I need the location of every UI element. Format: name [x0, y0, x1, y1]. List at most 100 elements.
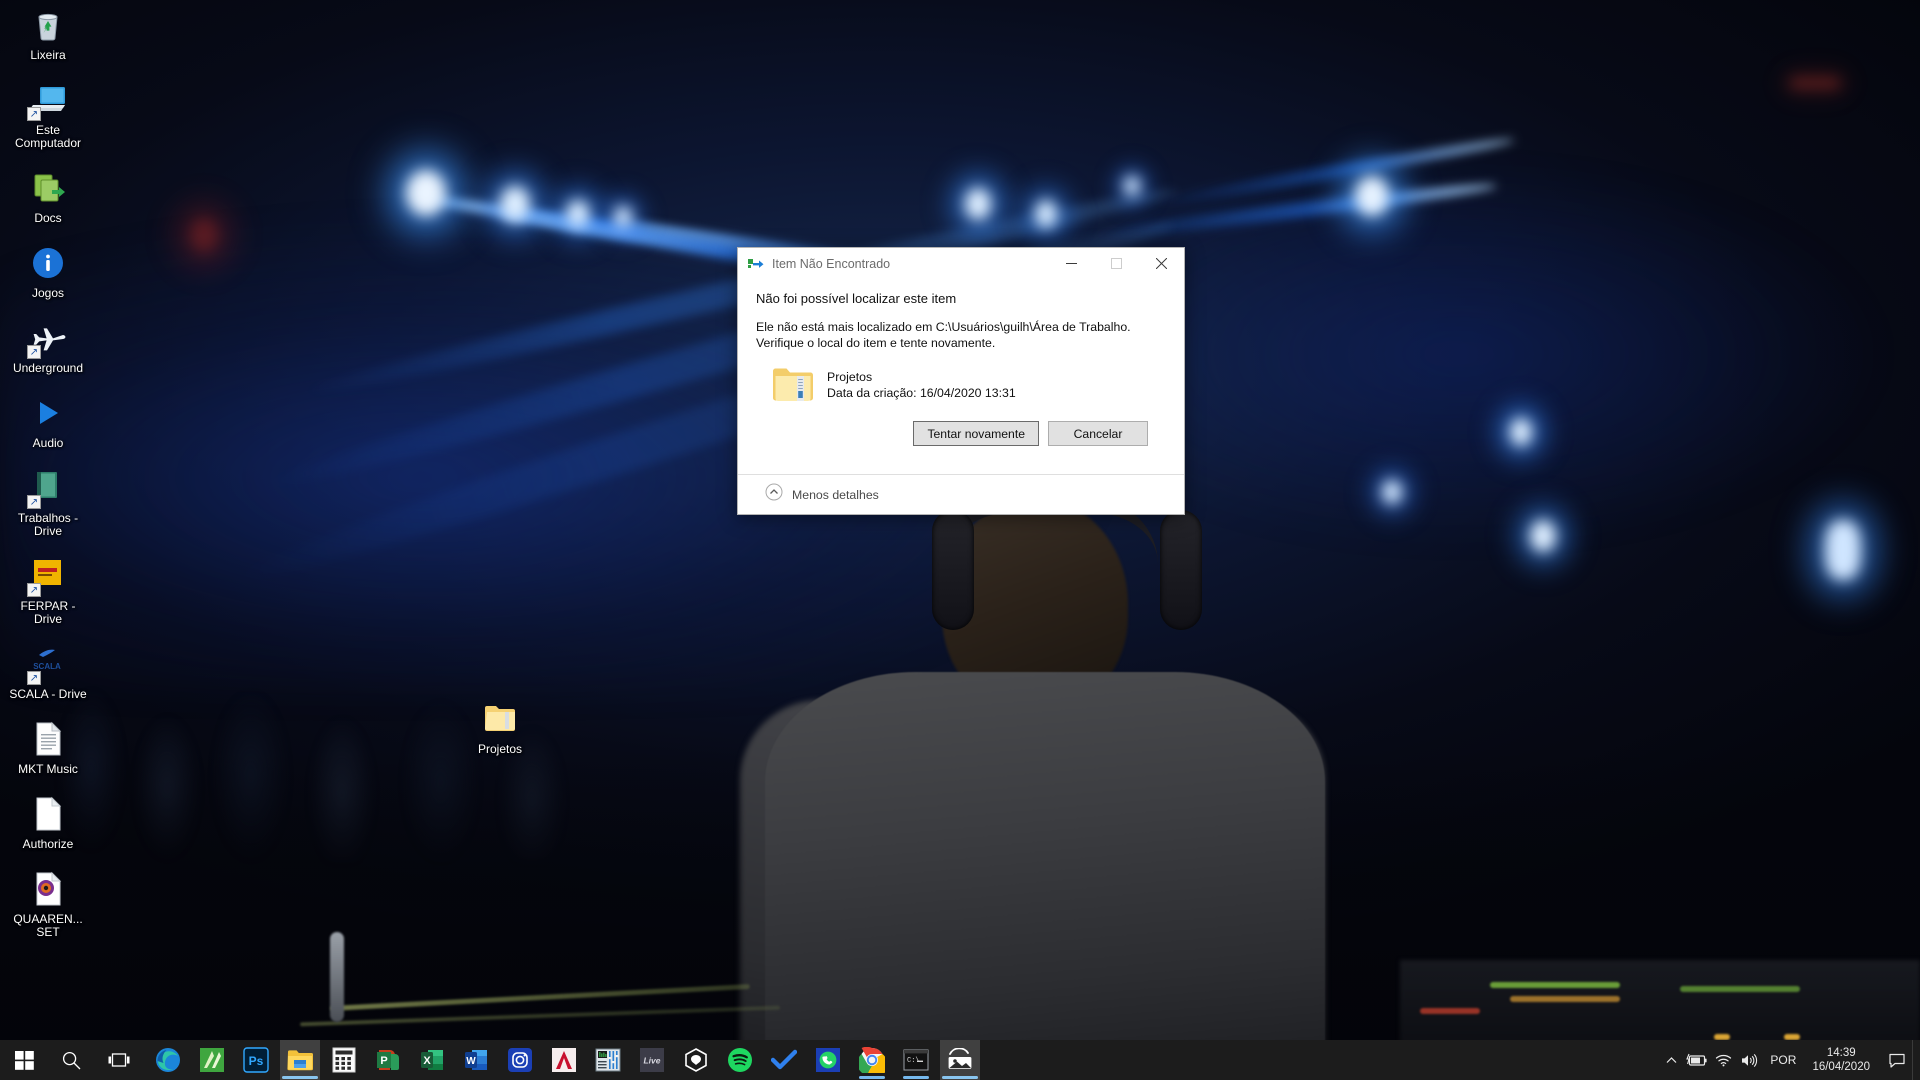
- green-book-icon: ↗: [27, 467, 69, 509]
- recycle-bin-icon: [27, 4, 69, 46]
- taskbar-app-command-prompt[interactable]: C:\: [896, 1040, 936, 1080]
- info-circle-icon: [27, 242, 69, 284]
- taskbar-app-autocad[interactable]: [544, 1040, 584, 1080]
- headphones-right-cup: [1160, 510, 1202, 630]
- desktop-icon-lixeira[interactable]: Lixeira: [4, 4, 92, 62]
- taskbar-app-file-explorer[interactable]: [280, 1040, 320, 1080]
- desktop-icon-label: Jogos: [31, 286, 65, 300]
- minimize-icon[interactable]: [1049, 249, 1094, 279]
- details-toggle-label: Menos detalhes: [792, 487, 879, 502]
- taskbar-app-ableton-live[interactable]: Live: [632, 1040, 672, 1080]
- documents-folder-icon: [27, 167, 69, 209]
- svg-text:Ps: Ps: [249, 1054, 264, 1068]
- retry-button[interactable]: Tentar novamente: [913, 421, 1039, 446]
- desktop-icon-este-computador[interactable]: ↗ Este Computador: [4, 79, 92, 150]
- stage-light: [566, 200, 590, 228]
- close-icon[interactable]: [1139, 249, 1184, 279]
- taskbar-app-todoist[interactable]: [764, 1040, 804, 1080]
- desktop-icon-label: Audio: [32, 436, 64, 450]
- taskbar-app-photos[interactable]: [940, 1040, 980, 1080]
- taskbar-app-word[interactable]: W: [456, 1040, 496, 1080]
- wifi-icon[interactable]: [1710, 1040, 1736, 1080]
- cancel-button[interactable]: Cancelar: [1048, 421, 1148, 446]
- scala-logo-icon: SCALA ↗: [27, 643, 69, 685]
- desktop-icon-label: FERPAR - Drive: [20, 599, 76, 626]
- desktop-icon-grid: Lixeira ↗ Este Computador Docs Jogos ↗ U…: [0, 4, 96, 956]
- console-led: [1420, 1008, 1480, 1014]
- taskbar-app-audio-mixer[interactable]: [588, 1040, 628, 1080]
- taskbar-app-calculator[interactable]: [324, 1040, 364, 1080]
- dialog-item-created-date: Data da criação: 16/04/2020 13:31: [827, 386, 1016, 400]
- dialog-item-info: Projetos Data da criação: 16/04/2020 13:…: [827, 370, 1016, 400]
- play-triangle-icon: [27, 392, 69, 434]
- dialog-titlebar[interactable]: Item Não Encontrado: [738, 248, 1184, 279]
- desktop-icon-scala-drive[interactable]: SCALA ↗ SCALA - Drive: [4, 643, 92, 701]
- search-icon[interactable]: [48, 1040, 95, 1080]
- desktop-icon-label: QUAAREN... SET: [13, 912, 83, 939]
- chevron-up-circle-icon: [765, 483, 783, 506]
- task-view-icon[interactable]: [95, 1040, 142, 1080]
- maximize-icon[interactable]: [1094, 249, 1139, 279]
- stage-light: [190, 218, 218, 252]
- taskbar-app-photoshop[interactable]: Ps: [236, 1040, 276, 1080]
- taskbar-app-sketchup[interactable]: [676, 1040, 716, 1080]
- stage-light: [1355, 176, 1389, 216]
- this-pc-icon: ↗: [27, 79, 69, 121]
- desktop-icon-docs[interactable]: Docs: [4, 167, 92, 225]
- desktop-icon-audio[interactable]: Audio: [4, 392, 92, 450]
- taskbar-app-list: Ps P X W Live C:\: [142, 1040, 982, 1080]
- shortcut-arrow-badge: ↗: [27, 583, 41, 597]
- desktop-icon-quaaren-set[interactable]: QUAAREN... SET: [4, 868, 92, 939]
- clock-time: 14:39: [1826, 1047, 1856, 1059]
- taskbar-app-whatsapp[interactable]: [808, 1040, 848, 1080]
- desktop-icon-label: Projetos: [477, 742, 523, 756]
- dj-silhouette-body: [765, 672, 1325, 1072]
- item-not-found-dialog[interactable]: Item Não Encontrado Não foi possível loc…: [737, 247, 1185, 515]
- details-toggle-button[interactable]: Menos detalhes: [765, 483, 879, 506]
- stage-light: [614, 206, 632, 228]
- stage-light: [1510, 418, 1532, 446]
- dialog-footer: Menos detalhes: [738, 474, 1184, 514]
- folder-icon: [771, 365, 813, 405]
- desktop-icon-label: Este Computador: [14, 123, 82, 150]
- taskbar-spacer: [982, 1040, 1658, 1080]
- taskbar-app-chrome[interactable]: [852, 1040, 892, 1080]
- taskbar-app-instagram[interactable]: [500, 1040, 540, 1080]
- taskbar-app-edge[interactable]: [148, 1040, 188, 1080]
- stage-light: [406, 170, 446, 216]
- show-desktop-button[interactable]: [1912, 1040, 1920, 1080]
- chevron-up-icon[interactable]: [1658, 1040, 1684, 1080]
- stage-light: [1382, 480, 1402, 504]
- desktop-icon-authorize[interactable]: Authorize: [4, 793, 92, 851]
- desktop-icon-label: MKT Music: [18, 762, 78, 776]
- desktop-icon-underground[interactable]: ↗ Underground: [4, 317, 92, 375]
- shortcut-arrow-badge: ↗: [27, 107, 41, 121]
- start-button[interactable]: [0, 1040, 48, 1080]
- taskbar-app-powerpoint[interactable]: P: [368, 1040, 408, 1080]
- notification-icon[interactable]: [1882, 1040, 1912, 1080]
- desktop-icon-jogos[interactable]: Jogos: [4, 242, 92, 300]
- move-item-icon: [748, 256, 764, 272]
- media-disc-document-icon: [27, 868, 69, 910]
- system-tray: POR 14:39 16/04/2020: [1658, 1040, 1920, 1080]
- language-indicator[interactable]: POR: [1762, 1040, 1804, 1080]
- speaker-icon[interactable]: [1736, 1040, 1762, 1080]
- shortcut-arrow-badge: ↗: [27, 345, 41, 359]
- desktop-icon-label: Authorize: [22, 837, 74, 851]
- stage-light: [1790, 78, 1840, 88]
- taskbar-app-spotify[interactable]: [720, 1040, 760, 1080]
- taskbar: Ps P X W Live C:\ POR 14:39 16/04/2020: [0, 1040, 1920, 1080]
- desktop-icon-projetos[interactable]: Projetos: [455, 703, 545, 756]
- desktop-icon-trabalhos-drive[interactable]: ↗ Trabalhos - Drive: [4, 467, 92, 538]
- console-led: [1510, 996, 1620, 1002]
- desktop-icon-mkt-music[interactable]: MKT Music: [4, 718, 92, 776]
- taskbar-app-sublime-text[interactable]: [192, 1040, 232, 1080]
- console-led: [1680, 986, 1800, 992]
- desktop-icon-ferpar-drive[interactable]: ↗ FERPAR - Drive: [4, 555, 92, 626]
- stage-light: [1035, 200, 1057, 228]
- battery-charging-icon[interactable]: [1684, 1040, 1710, 1080]
- desktop-wallpaper[interactable]: [0, 0, 1920, 1080]
- taskbar-app-excel[interactable]: X: [412, 1040, 452, 1080]
- desktop-icon-label: SCALA - Drive: [9, 687, 87, 701]
- clock[interactable]: 14:39 16/04/2020: [1804, 1040, 1882, 1080]
